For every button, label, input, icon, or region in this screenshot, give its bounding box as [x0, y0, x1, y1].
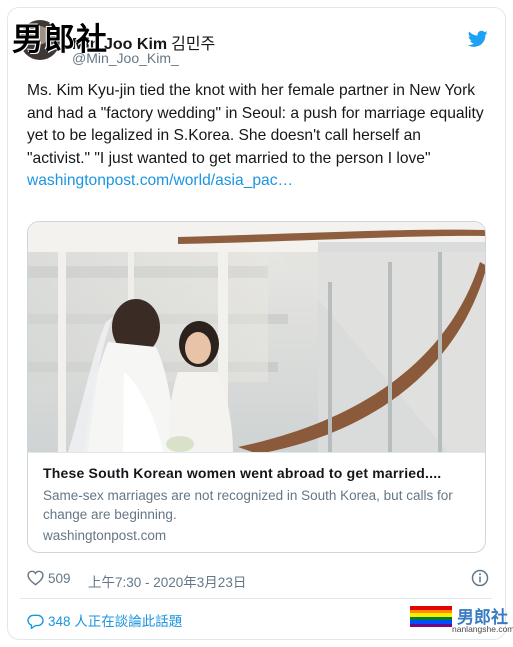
link-card-image[interactable]	[28, 222, 486, 452]
timestamp[interactable]: 上午7:30 - 2020年3月23日	[88, 571, 246, 591]
divider	[20, 598, 492, 599]
link-card-domain: washingtonpost.com	[43, 528, 167, 543]
tweet-link[interactable]: washingtonpost.com/world/asia_pac…	[27, 170, 487, 193]
conversation-link[interactable]: 348 人正在談論此話題	[27, 610, 182, 630]
comment-icon	[27, 614, 44, 629]
conversation-label[interactable]: 348 人正在談論此話題	[48, 614, 182, 629]
tweet-body: Ms. Kim Kyu-jin tied the knot with her f…	[27, 82, 484, 167]
site-logo: 男郎社 nanlangshe.com	[410, 603, 513, 647]
heart-icon[interactable]	[27, 570, 44, 586]
info-icon[interactable]	[471, 569, 489, 587]
tweet-text: Ms. Kim Kyu-jin tied the knot with her f…	[27, 80, 487, 193]
link-preview-card[interactable]: These South Korean women went abroad to …	[27, 221, 486, 553]
link-card-description: Same-sex marriages are not recognized in…	[43, 488, 453, 522]
watermark: 男郎社	[12, 22, 108, 58]
rainbow-flag-icon	[410, 606, 452, 627]
twitter-bird-icon[interactable]	[468, 30, 488, 48]
link-card-title[interactable]: These South Korean women went abroad to …	[43, 465, 478, 481]
link-card-body[interactable]: These South Korean women went abroad to …	[28, 452, 485, 552]
tweet-meta: 509 上午7:30 - 2020年3月23日	[27, 569, 489, 591]
site-logo-url: nanlangshe.com	[452, 624, 513, 634]
like-count[interactable]: 509	[48, 571, 71, 586]
